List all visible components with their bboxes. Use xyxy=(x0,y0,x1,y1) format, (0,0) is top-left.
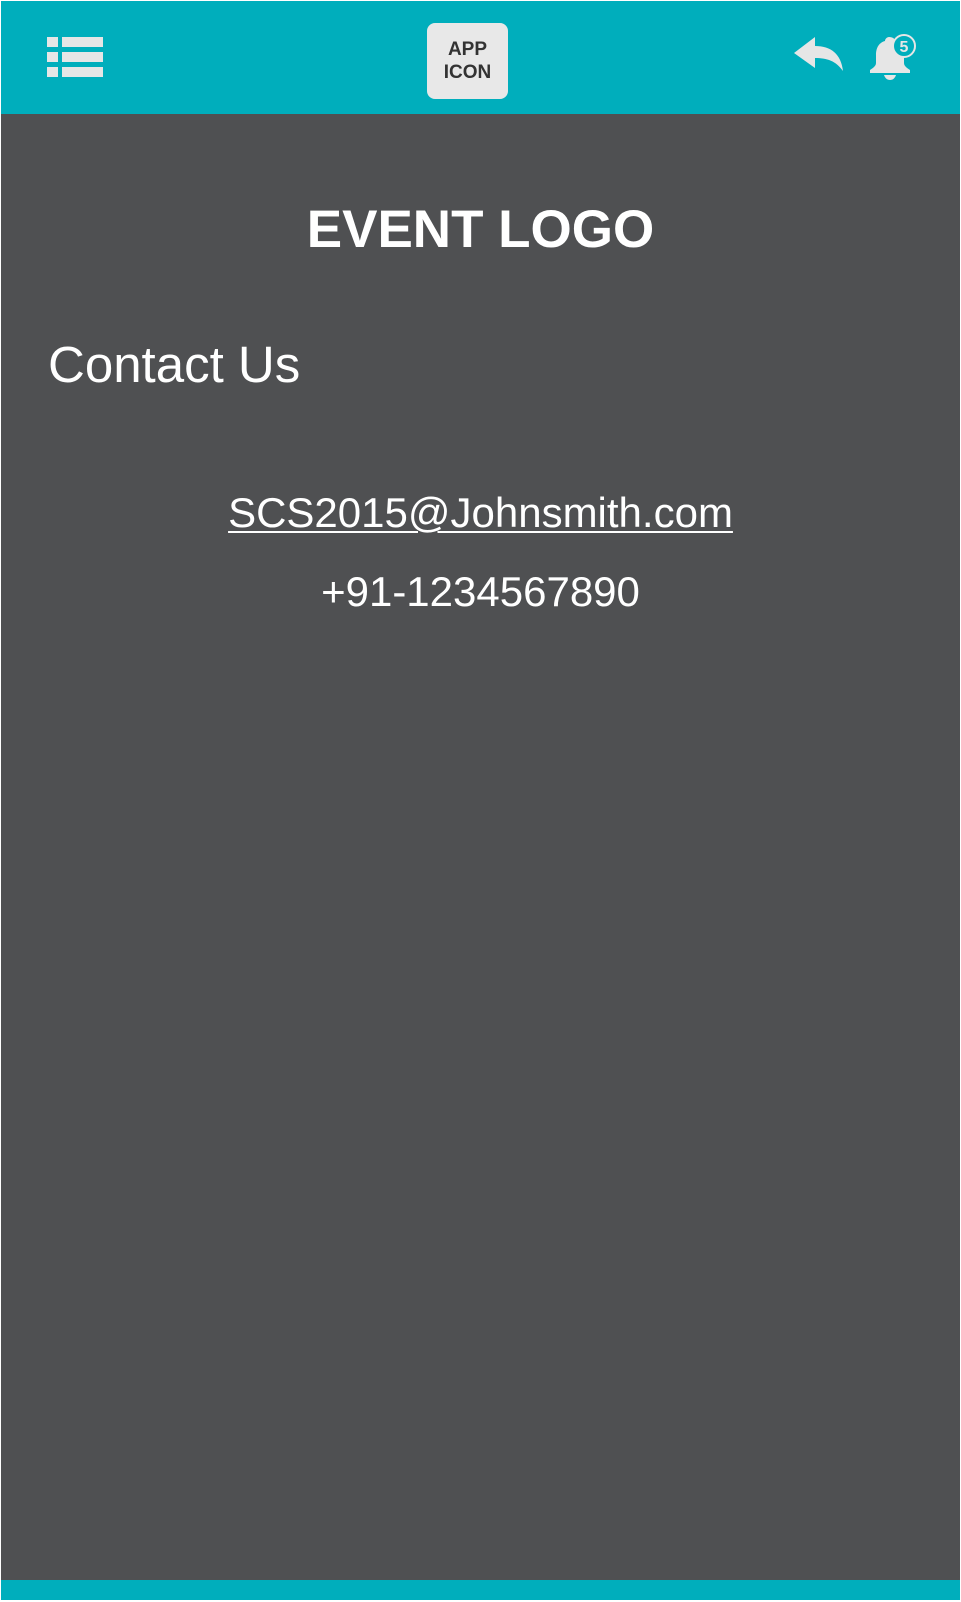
app-icon: APP ICON xyxy=(427,23,508,99)
bottom-bar xyxy=(1,1580,960,1600)
app-screen: APP ICON 5 EVENT LOGO Contact Us SCS2015… xyxy=(1,1,960,1600)
list-menu-icon xyxy=(47,37,103,77)
top-navigation-bar: APP ICON 5 xyxy=(1,1,960,114)
event-logo: EVENT LOGO xyxy=(306,200,655,259)
contact-phone-number: +91-1234567890 xyxy=(321,568,640,615)
bell-icon: 5 xyxy=(870,34,916,80)
menu-button[interactable] xyxy=(47,37,103,77)
notification-count-badge: 5 xyxy=(900,39,909,56)
contact-email-text: SCS2015@Johnsmith.com xyxy=(228,489,733,536)
notifications-button[interactable]: 5 xyxy=(870,34,918,80)
page-title: Contact Us xyxy=(48,336,301,393)
app-icon-label-line2: ICON xyxy=(443,62,492,83)
back-button[interactable] xyxy=(794,37,843,73)
contact-email-link[interactable]: SCS2015@Johnsmith.com xyxy=(1,487,960,539)
reply-arrow-icon xyxy=(794,37,843,71)
app-icon-label-line1: APP xyxy=(447,39,488,60)
